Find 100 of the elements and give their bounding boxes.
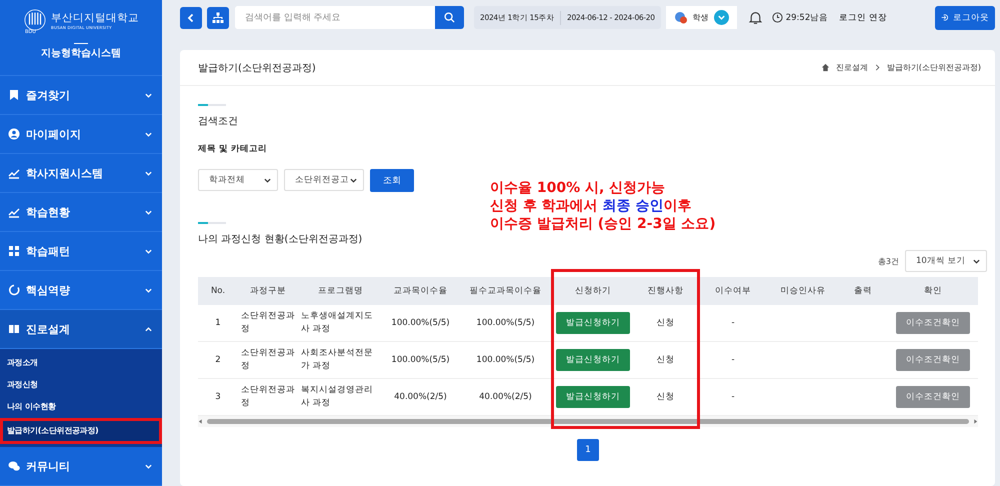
chevron-icon xyxy=(145,92,152,98)
annotation-text: 이수율 100% 시, 신청가능 신청 후 학과에서 최종 승인이후 이수증 발급처리 (승인 2-3일 소요) xyxy=(490,179,716,233)
table-cell: - xyxy=(698,305,768,342)
table-cell: - xyxy=(698,342,768,378)
table-cell: 사회조사분석전문가 과정 xyxy=(298,342,383,378)
apply-issue-button[interactable]: 발급신청하기 xyxy=(556,349,630,371)
column-header: No. xyxy=(198,277,238,305)
column-header: 교과목이수율 xyxy=(383,277,458,305)
sidebar-menu-item[interactable]: 진로설계 xyxy=(0,310,162,349)
column-header: 이수여부 xyxy=(698,277,768,305)
chevron-icon xyxy=(874,64,881,71)
submenu-item[interactable]: 발급하기(소단위전공과정) xyxy=(0,418,162,444)
page-title: 발급하기(소단위전공과정) xyxy=(198,62,316,74)
chart-icon xyxy=(8,167,20,179)
chevron-icon xyxy=(350,176,357,184)
breadcrumb-link[interactable]: 발급하기(소단위전공과정) xyxy=(886,62,981,73)
book-icon xyxy=(8,323,20,335)
column-header: 필수교과목이수율 xyxy=(458,277,553,305)
sidebar-menu-item[interactable]: 마이페이지 xyxy=(0,115,162,154)
section-title: 나의 과정신청 현황(소단위전공과정) xyxy=(198,233,364,246)
user-role: 학생 xyxy=(692,12,709,23)
column-header: 미승인사유 xyxy=(768,277,838,305)
user-icon xyxy=(8,128,20,140)
table-cell: 신청 xyxy=(633,342,698,378)
apply-issue-button[interactable]: 발급신청하기 xyxy=(556,386,630,408)
column-header: 출력 xyxy=(838,277,888,305)
chevron-icon xyxy=(145,326,152,332)
apply-issue-button[interactable]: 발급신청하기 xyxy=(556,312,630,334)
sidebar-menu-item[interactable]: 학사지원시스템 xyxy=(0,154,162,193)
sitemap-icon xyxy=(212,12,224,24)
scroll-left-icon[interactable] xyxy=(198,419,203,424)
section-accent-bar xyxy=(198,222,226,224)
chevron-icon xyxy=(145,462,152,470)
home-icon[interactable] xyxy=(820,63,830,72)
table-cell: 소단위전공과정 xyxy=(238,342,298,378)
table-cell: 100.00%(5/5) xyxy=(458,305,553,342)
chevron-icon xyxy=(145,130,152,138)
sidebar-menu-item[interactable]: 학습현황 xyxy=(0,193,162,232)
chevron-icon xyxy=(145,170,152,176)
category-select[interactable]: 학과전체 xyxy=(198,169,278,191)
scroll-right-icon[interactable] xyxy=(973,419,978,424)
total-count: 총3건 xyxy=(878,256,899,266)
clock-icon xyxy=(772,12,783,23)
logout-button[interactable]: 로그아웃 xyxy=(935,6,995,30)
column-header: 과정구분 xyxy=(238,277,298,305)
system-title: 지능형학습시스템 xyxy=(41,47,121,60)
submenu-item[interactable]: 과정소개 xyxy=(0,352,162,374)
section-accent-bar xyxy=(198,104,226,106)
back-button[interactable] xyxy=(180,6,202,28)
session-timer: 29:52남음 xyxy=(786,12,828,24)
table-cell: 100.00%(5/5) xyxy=(383,342,458,378)
search-icon xyxy=(444,12,455,23)
breadcrumb-link[interactable]: 진로설계 xyxy=(836,62,868,73)
extend-login-button[interactable]: 로그인 연장 xyxy=(835,12,891,24)
table-cell: 1 xyxy=(198,305,238,342)
chevron-icon xyxy=(973,258,980,264)
filter-label: 제목 및 카테고리 xyxy=(198,143,268,155)
submenu-item[interactable]: 과정신청 xyxy=(0,374,162,396)
table-cell: 100.00%(5/5) xyxy=(383,305,458,342)
horizontal-scrollbar[interactable] xyxy=(198,416,978,427)
section-title: 검색조건 xyxy=(198,115,239,128)
table-cell: 2 xyxy=(198,342,238,378)
table-cell: 노후생애설계지도사 과정 xyxy=(298,305,383,342)
page-button[interactable]: 1 xyxy=(577,439,599,461)
sitemap-button[interactable] xyxy=(207,6,229,28)
chat-icon xyxy=(8,460,20,472)
chevron-icon xyxy=(145,286,152,294)
category-select[interactable]: 소단위전공고 xyxy=(284,169,364,191)
role-dropdown-button[interactable] xyxy=(714,10,729,25)
bell-icon[interactable] xyxy=(748,10,763,25)
search-field[interactable]: 검색어를 입력해 주세요 xyxy=(235,6,464,29)
table-cell: 신청 xyxy=(633,305,698,342)
chevron-icon xyxy=(145,208,152,216)
table-cell: 100.00%(5/5) xyxy=(458,342,553,378)
university-logo-icon xyxy=(24,9,46,31)
page-size-select[interactable]: 10개씩 보기 xyxy=(905,250,987,272)
grid-icon xyxy=(8,245,20,257)
bookmark-icon xyxy=(8,89,20,101)
column-header: 프로그램명 xyxy=(298,277,383,305)
university-name: 부산디지털대학교 xyxy=(51,10,139,24)
chart-icon xyxy=(8,206,20,218)
column-header: 확인 xyxy=(888,277,978,305)
search-button[interactable] xyxy=(435,6,464,29)
chevron-icon xyxy=(716,13,726,22)
column-header: 진행사항 xyxy=(633,277,698,305)
table-cell: 소단위전공과정 xyxy=(238,305,298,342)
check-requirements-button[interactable]: 이수조건확인 xyxy=(896,349,970,371)
chevron-icon xyxy=(264,176,271,184)
avatar-icon xyxy=(674,10,688,24)
submenu-item[interactable]: 나의 이수현황 xyxy=(0,396,162,418)
ring-icon xyxy=(8,284,20,296)
sidebar-menu-item[interactable]: 학습패턴 xyxy=(0,232,162,271)
logout-icon xyxy=(941,12,949,23)
search-submit-button[interactable]: 조회 xyxy=(370,169,414,192)
check-requirements-button[interactable]: 이수조건확인 xyxy=(896,386,970,408)
sidebar-menu-item[interactable]: 즐겨찾기 xyxy=(0,76,162,115)
check-requirements-button[interactable]: 이수조건확인 xyxy=(896,312,970,334)
chevron-icon xyxy=(145,248,152,254)
column-header: 신청하기 xyxy=(553,277,633,305)
sidebar-menu-item[interactable]: 커뮤니티 xyxy=(0,447,162,486)
